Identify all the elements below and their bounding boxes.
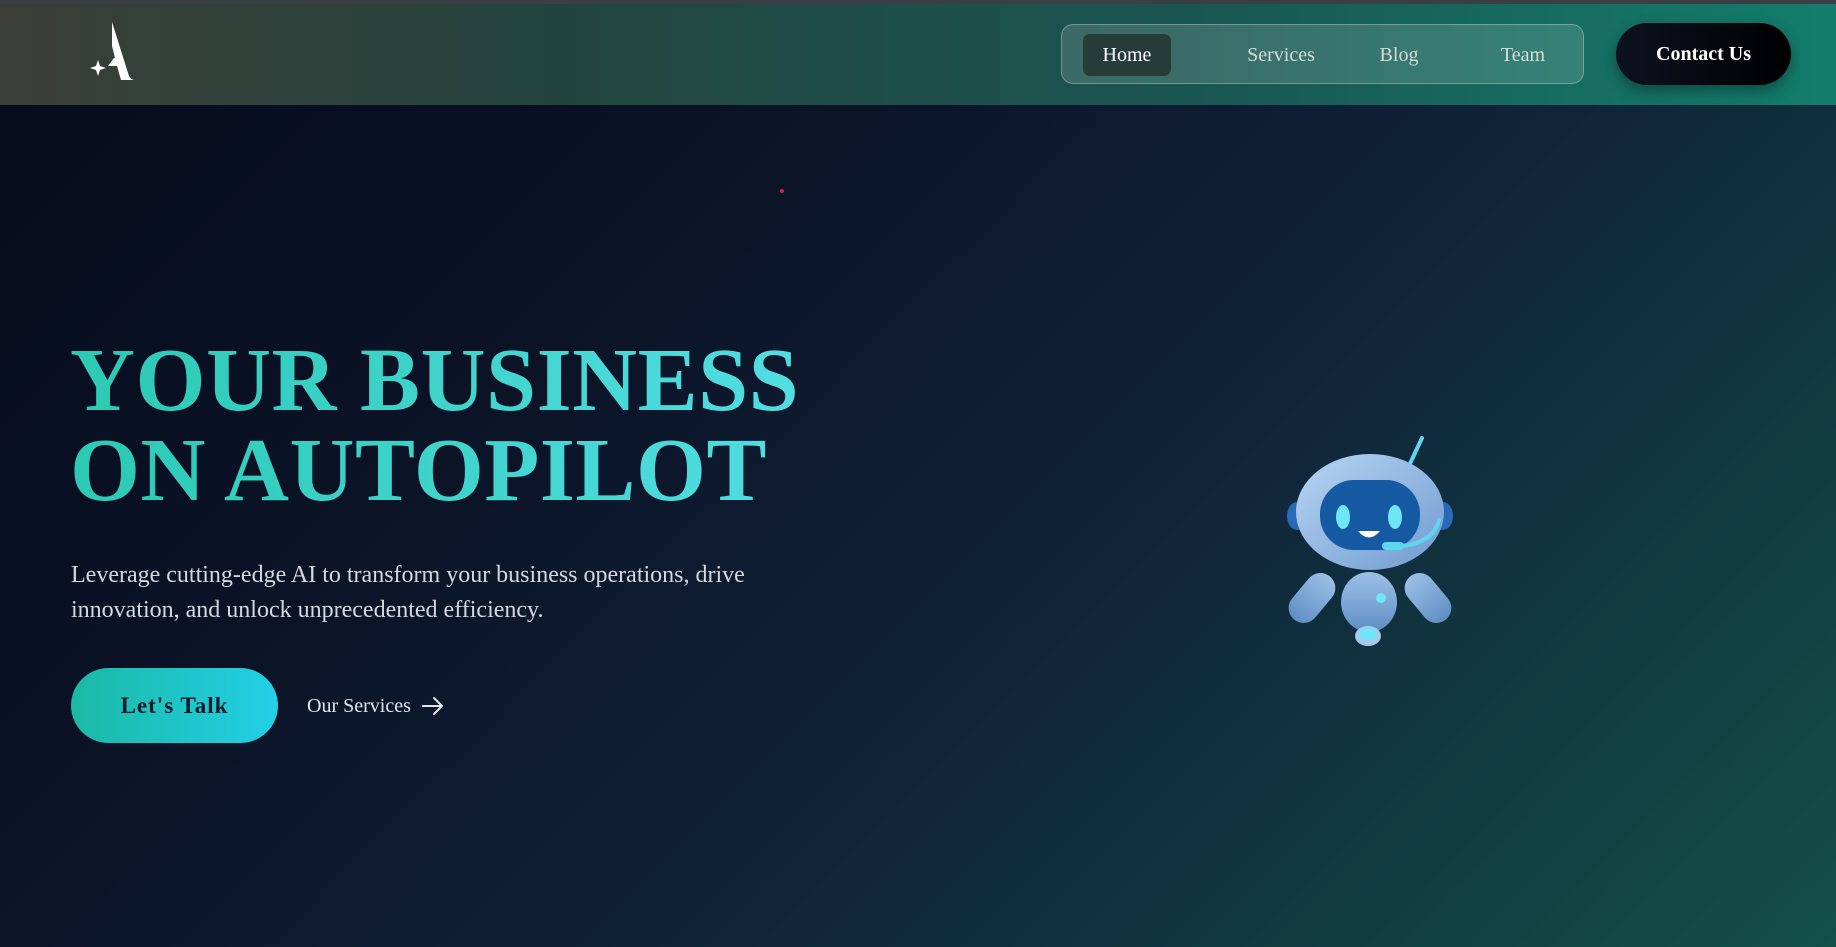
nav-home[interactable]: Home bbox=[1083, 34, 1171, 76]
nav-team[interactable]: Team bbox=[1488, 34, 1558, 76]
our-services-link[interactable]: Our Services bbox=[307, 689, 445, 723]
site-header: Home Services Blog Team Contact Us bbox=[0, 4, 1836, 105]
nav-blog[interactable]: Blog bbox=[1367, 34, 1431, 76]
lets-talk-button[interactable]: Let's Talk bbox=[71, 668, 278, 743]
hero-subtitle: Leverage cutting-edge AI to transform yo… bbox=[71, 562, 745, 623]
nav-services[interactable]: Services bbox=[1226, 34, 1336, 76]
main-nav: Home Services Blog Team bbox=[1061, 24, 1584, 84]
arrow-right-icon bbox=[421, 697, 443, 715]
logo-icon[interactable] bbox=[86, 18, 146, 86]
hero-title: YOUR BUSINESS ON AUTOPILOT bbox=[70, 336, 799, 516]
cursor-dot bbox=[780, 189, 784, 193]
robot-mascot-icon bbox=[1287, 436, 1453, 646]
hero-title-line-1: YOUR BUSINESS bbox=[70, 331, 800, 430]
our-services-label: Our Services bbox=[307, 695, 411, 717]
contact-us-button[interactable]: Contact Us bbox=[1616, 23, 1791, 85]
hero-title-line-2: ON AUTOPILOT bbox=[70, 421, 767, 520]
